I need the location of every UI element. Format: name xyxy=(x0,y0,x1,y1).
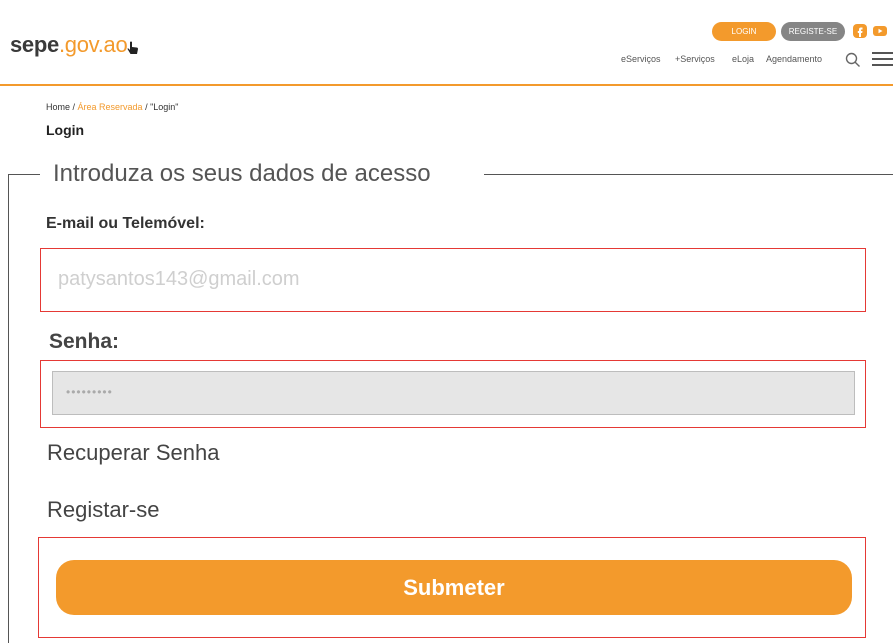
site-logo[interactable]: sepe.gov.ao xyxy=(10,32,139,58)
submit-button[interactable]: Submeter xyxy=(56,560,852,615)
register-button[interactable]: REGISTE-SE xyxy=(781,22,845,41)
breadcrumb-area-reservada[interactable]: Área Reservada xyxy=(78,102,143,112)
password-field-highlight: ••••••••• xyxy=(40,360,866,428)
nav-agendamento[interactable]: Agendamento xyxy=(766,54,822,64)
facebook-icon[interactable] xyxy=(853,24,867,38)
breadcrumb-current: "Login" xyxy=(150,102,179,112)
nav-eservicos[interactable]: eServiços xyxy=(621,54,661,64)
fieldset-border xyxy=(8,174,40,175)
email-field[interactable]: patysantos143@gmail.com xyxy=(40,248,866,312)
hand-cursor-icon xyxy=(127,41,139,54)
breadcrumb-separator: / xyxy=(142,102,151,112)
breadcrumb-home[interactable]: Home xyxy=(46,102,70,112)
nav-eloja[interactable]: eLoja xyxy=(732,54,754,64)
logo-text: sepe xyxy=(10,32,59,57)
page-title: Login xyxy=(46,122,85,138)
recover-password-link[interactable]: Recuperar Senha xyxy=(47,440,219,466)
email-placeholder: patysantos143@gmail.com xyxy=(58,268,300,290)
password-label: Senha: xyxy=(49,330,120,353)
menu-icon[interactable] xyxy=(872,51,893,67)
fieldset-legend: Introduza os seus dados de acesso xyxy=(53,160,431,187)
login-button[interactable]: LOGIN xyxy=(712,22,776,41)
fieldset-border xyxy=(8,174,9,643)
password-value: ••••••••• xyxy=(66,385,113,399)
breadcrumb: Home / Área Reservada / "Login" xyxy=(46,102,179,112)
youtube-icon[interactable] xyxy=(873,24,887,38)
nav-mais-servicos[interactable]: +Serviços xyxy=(675,54,715,64)
fieldset-border xyxy=(484,174,893,175)
search-icon[interactable] xyxy=(845,52,861,68)
submit-highlight: Submeter xyxy=(38,537,866,638)
register-link[interactable]: Registar-se xyxy=(47,497,159,523)
email-label: E-mail ou Telemóvel: xyxy=(46,215,205,232)
logo-domain: .gov.ao xyxy=(58,32,128,57)
breadcrumb-separator: / xyxy=(70,102,78,112)
header-divider xyxy=(0,84,893,86)
password-field[interactable]: ••••••••• xyxy=(52,371,855,415)
